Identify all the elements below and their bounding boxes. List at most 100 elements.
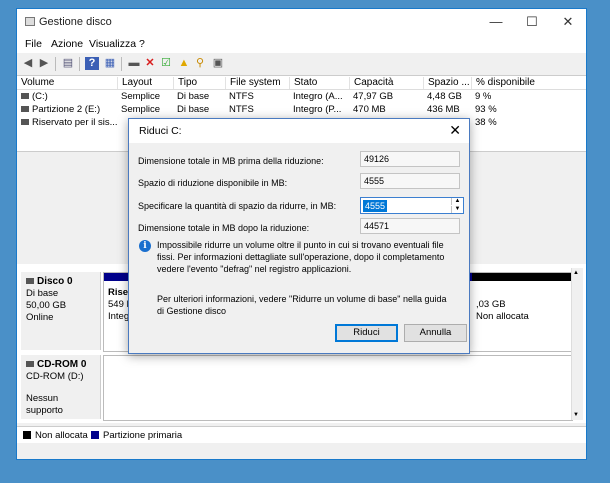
column-header[interactable]: Stato	[289, 77, 349, 89]
volume-type: Di base	[177, 91, 210, 102]
column-header[interactable]: Volume	[17, 77, 117, 89]
volume-percent: 38 %	[475, 117, 497, 128]
delete-icon[interactable]: ✕	[143, 57, 157, 70]
shrink-button[interactable]: Riduci	[335, 324, 398, 342]
cancel-button[interactable]: Annulla	[404, 324, 467, 342]
cdrom-icon	[26, 361, 34, 368]
title-bar: Gestione disco — ☐ ✕	[17, 9, 586, 35]
available-value: 4555	[360, 173, 460, 189]
properties-icon[interactable]: ▦	[103, 57, 117, 70]
volume-icon	[21, 106, 29, 113]
volume-layout: Semplice	[121, 104, 161, 115]
legend-label: Non allocata	[35, 430, 88, 441]
column-header[interactable]: Capacità	[349, 77, 423, 89]
volume-fs: NTFS	[229, 104, 254, 115]
dialog-title-bar: Riduci C: ✕	[129, 119, 469, 143]
spin-up-icon[interactable]: ▲	[451, 198, 463, 205]
disk-name: Disco 0	[26, 276, 95, 288]
scroll-up-icon[interactable]: ▲	[573, 270, 579, 276]
column-header[interactable]: Layout	[117, 77, 173, 89]
volume-fs: NTFS	[229, 91, 254, 102]
total-after-label: Dimensione totale in MB dopo la riduzion…	[138, 223, 310, 233]
column-header[interactable]: Spazio ...	[423, 77, 471, 89]
toolbar-separator	[55, 57, 56, 71]
menu-file[interactable]: File	[25, 38, 42, 50]
volume-status: Integro (P...	[293, 104, 342, 115]
window-title: Gestione disco	[39, 16, 112, 28]
volume-free: 436 MB	[427, 104, 460, 115]
volume-name: (C:)	[21, 91, 48, 102]
legend-label: Partizione primaria	[103, 430, 183, 441]
volume-type: Di base	[177, 104, 210, 115]
shrink-amount-input[interactable]: 4555 ▲ ▼	[360, 197, 464, 214]
search-icon[interactable]: ⚲	[193, 57, 207, 70]
toolbar-separator	[79, 57, 80, 71]
available-label: Spazio di riduzione disponibile in MB:	[138, 178, 288, 188]
disk-management-icon	[25, 17, 35, 26]
close-button[interactable]: ✕	[554, 12, 582, 32]
toolbar-separator	[121, 57, 122, 71]
total-before-value: 49126	[360, 151, 460, 167]
help-icon[interactable]: ?	[85, 57, 99, 70]
dialog-title: Riduci C:	[139, 125, 182, 137]
cdrom-0-area	[103, 355, 573, 421]
menu-visualizza[interactable]: Visualizza	[89, 38, 136, 50]
unallocated-bar	[472, 273, 572, 281]
console-icon[interactable]: ▤	[61, 57, 75, 70]
check-icon[interactable]: ☑	[159, 57, 173, 70]
volume-name: Partizione 2 (E:)	[21, 104, 100, 115]
menu-help[interactable]: ?	[139, 38, 145, 50]
volume-icon	[21, 119, 29, 126]
column-header[interactable]: % disponibile	[471, 77, 561, 89]
disk-type: CD-ROM (D:)	[26, 371, 84, 382]
volume-name: Riservato per il sis...	[21, 117, 118, 128]
minimize-button[interactable]: —	[482, 12, 510, 32]
disk-status: Online	[26, 312, 54, 323]
cdrom-0-label[interactable]: CD-ROM 0 CD-ROM (D:) Nessun supporto	[21, 355, 101, 419]
volume-capacity: 47,97 GB	[353, 91, 394, 102]
volume-layout: Semplice	[121, 91, 161, 102]
partition-unallocated[interactable]: ,03 GB Non allocata	[476, 299, 568, 323]
disk-icon	[26, 278, 34, 285]
help-note: Per ulteriori informazioni, vedere "Ridu…	[157, 294, 447, 316]
legend-swatch-primary	[91, 431, 99, 439]
volume-status: Integro (A...	[293, 91, 343, 102]
volume-icon	[21, 93, 29, 100]
disk-status: Nessun supporto	[26, 393, 63, 416]
shrink-dialog: Riduci C: ✕ Dimensione totale in MB prim…	[128, 118, 470, 354]
volume-percent: 93 %	[475, 104, 497, 115]
spin-down-icon[interactable]: ▼	[451, 206, 463, 213]
volume-row[interactable]: (C:) Semplice Di base NTFS Integro (A...…	[17, 91, 586, 103]
menu-azione[interactable]: Azione	[51, 38, 83, 50]
maximize-button[interactable]: ☐	[518, 12, 546, 32]
total-before-label: Dimensione totale in MB prima della ridu…	[138, 156, 324, 166]
disk-type: Di base	[26, 288, 59, 299]
toolbar: ◀ ▶ ▤ ? ▦ ▬ ✕ ☑ ▲ ⚲ ▣	[17, 53, 586, 76]
settings-icon[interactable]: ▣	[211, 57, 225, 70]
volume-list-header: Volume Layout Tipo File system Stato Cap…	[17, 76, 586, 90]
volume-row[interactable]: Partizione 2 (E:) Semplice Di base NTFS …	[17, 104, 586, 116]
scrollbar[interactable]: ▲ ▼	[571, 268, 583, 420]
disk-size: 50,00 GB	[26, 300, 67, 311]
export-icon[interactable]: ▲	[177, 57, 191, 70]
volume-free: 4,48 GB	[427, 91, 462, 102]
shrink-amount-value[interactable]: 4555	[363, 200, 388, 212]
volume-percent: 9 %	[475, 91, 492, 102]
info-icon: i	[139, 240, 151, 252]
column-header[interactable]: File system	[225, 77, 289, 89]
info-text: Impossibile ridurre un volume oltre il p…	[157, 240, 445, 274]
disk-name: CD-ROM 0	[26, 359, 95, 371]
connect-icon[interactable]: ▬	[127, 57, 141, 70]
menu-bar: File Azione Visualizza ?	[17, 35, 586, 53]
legend-swatch-unallocated	[23, 431, 31, 439]
disk-0-label[interactable]: Disco 0 Di base 50,00 GB Online	[21, 272, 101, 350]
legend: Non allocata Partizione primaria	[17, 426, 586, 443]
forward-icon[interactable]: ▶	[37, 57, 51, 70]
dialog-close-icon[interactable]: ✕	[449, 122, 461, 139]
scroll-down-icon[interactable]: ▼	[573, 412, 579, 418]
column-header[interactable]: Tipo	[173, 77, 225, 89]
total-after-value: 44571	[360, 218, 460, 234]
amount-label: Specificare la quantità di spazio da rid…	[138, 201, 337, 211]
back-icon[interactable]: ◀	[21, 57, 35, 70]
volume-capacity: 470 MB	[353, 104, 386, 115]
